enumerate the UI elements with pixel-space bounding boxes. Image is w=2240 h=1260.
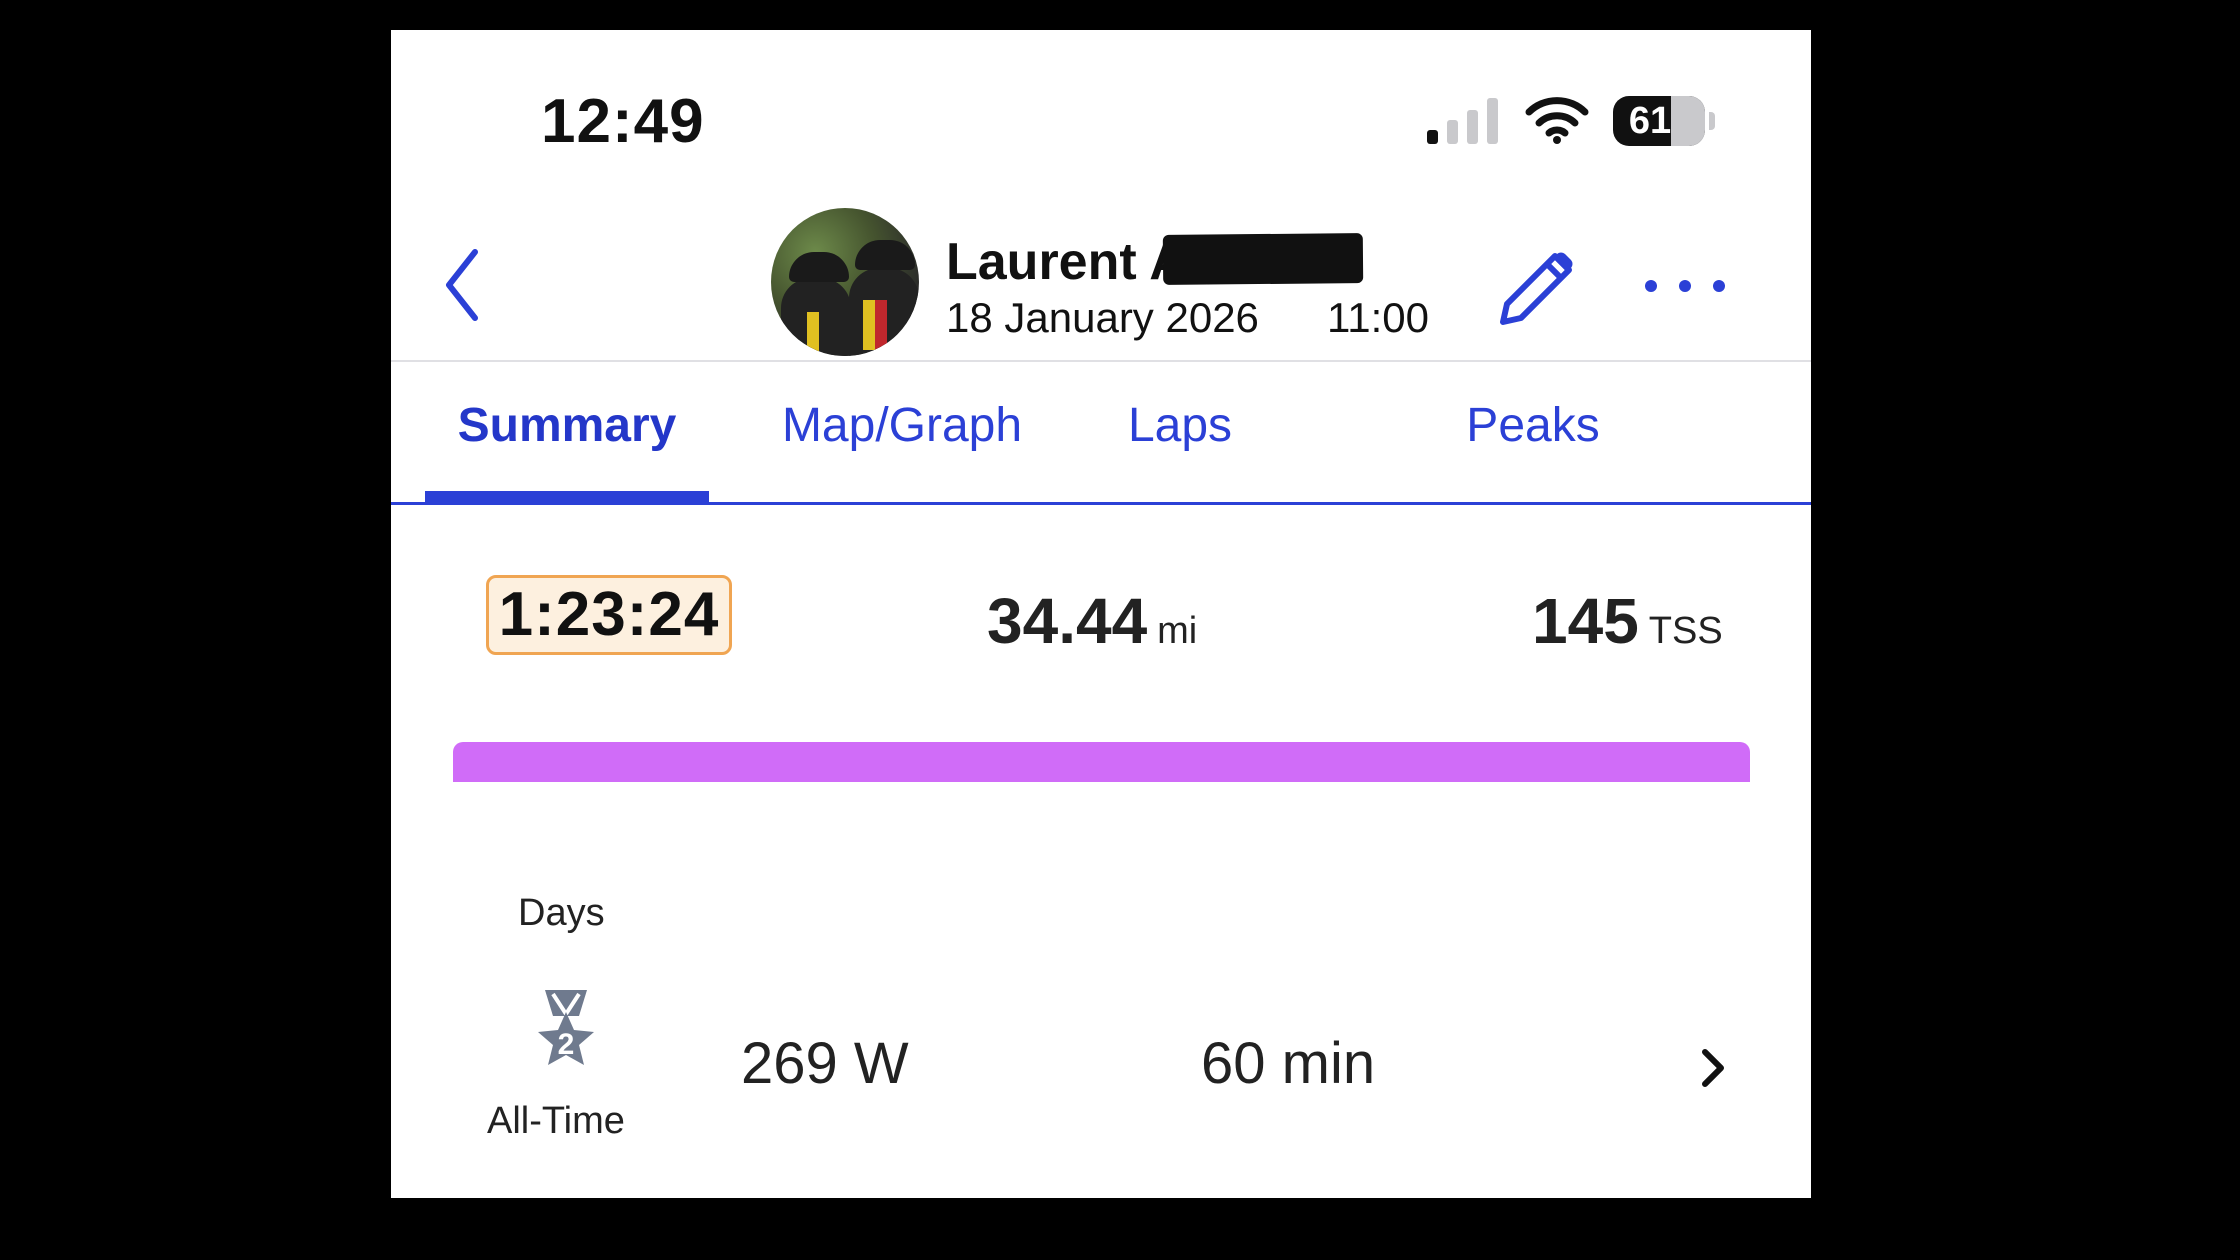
athlete-name: Laurent A	[946, 233, 1187, 291]
cellular-signal-icon	[1427, 98, 1503, 144]
distance-unit: mi	[1157, 610, 1198, 652]
active-tab-indicator	[425, 491, 709, 505]
activity-header: Laurent A 18 January 2026 11:00	[391, 190, 1811, 362]
medal-rank: 2	[557, 1028, 575, 1061]
peak-power-value: 269 W	[741, 1031, 909, 1096]
battery-percent: 61	[1628, 100, 1672, 142]
tss-unit: TSS	[1648, 610, 1723, 652]
tab-laps[interactable]: Laps	[1109, 362, 1251, 502]
chevron-right-icon[interactable]	[1697, 1046, 1727, 1090]
peaks-section-label: Days	[518, 892, 605, 934]
athlete-avatar[interactable]	[771, 208, 919, 356]
tab-summary[interactable]: Summary	[425, 362, 709, 502]
battery-icon: 61	[1613, 96, 1705, 146]
status-clock: 12:49	[541, 87, 705, 156]
peak-row[interactable]: 2 All-Time 269 W 60 min	[391, 990, 1811, 1170]
activity-date: 18 January 2026	[946, 294, 1259, 341]
tss-metric: 145 TSS	[1532, 584, 1723, 658]
activity-time: 11:00	[1327, 294, 1429, 341]
duration-value[interactable]: 1:23:24	[486, 575, 732, 655]
distance-metric: 34.44 mi	[987, 584, 1197, 658]
name-redaction	[1162, 233, 1364, 285]
peak-duration-value: 60 min	[1201, 1031, 1376, 1096]
back-button[interactable]	[435, 240, 491, 330]
tab-map-graph[interactable]: Map/Graph	[775, 362, 1029, 502]
battery-cap	[1709, 112, 1715, 130]
tss-value: 145	[1532, 585, 1639, 657]
more-options-icon[interactable]	[1645, 280, 1725, 302]
wifi-icon	[1525, 97, 1589, 144]
edit-pencil-icon[interactable]	[1491, 246, 1579, 334]
distance-value: 34.44	[987, 585, 1148, 657]
medal-label: All-Time	[487, 1100, 625, 1142]
tab-bar: Summary Map/Graph Laps Peaks	[391, 362, 1811, 505]
app-screen: 12:49 61 Laurent A 18 January 2026 11:00…	[391, 30, 1811, 1198]
status-bar: 12:49 61	[391, 30, 1811, 190]
intensity-bar	[453, 742, 1750, 782]
summary-metrics: 1:23:24 34.44 mi 145 TSS	[391, 550, 1811, 680]
tab-peaks[interactable]: Peaks	[1457, 362, 1609, 502]
